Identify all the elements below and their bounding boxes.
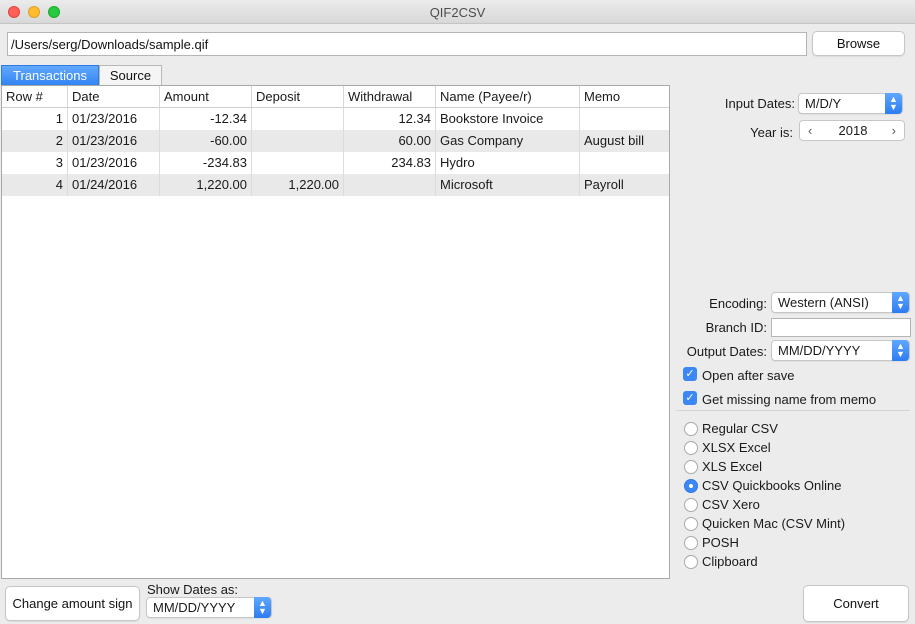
chevron-up-down-icon: ▲ ▼ xyxy=(885,93,902,114)
cell-withdrawal[interactable]: 60.00 xyxy=(344,130,436,152)
cell-memo[interactable]: August bill xyxy=(580,130,669,152)
output-dates-value: MM/DD/YYYY xyxy=(778,343,861,358)
cell-name[interactable]: Bookstore Invoice xyxy=(436,108,580,130)
tab-transactions[interactable]: Transactions xyxy=(1,65,99,86)
chevron-up-down-icon: ▲ ▼ xyxy=(254,597,271,618)
transactions-table: Row # Date Amount Deposit Withdrawal Nam… xyxy=(1,85,670,579)
format-radio[interactable] xyxy=(684,479,698,493)
column-header-memo[interactable]: Memo xyxy=(580,86,669,108)
format-radio-label[interactable]: XLSX Excel xyxy=(702,440,771,455)
column-header-withdrawal[interactable]: Withdrawal xyxy=(344,86,436,108)
column-header-deposit[interactable]: Deposit xyxy=(252,86,344,108)
branch-id-label: Branch ID: xyxy=(705,320,767,335)
format-radio[interactable] xyxy=(684,422,698,436)
cell-name[interactable]: Microsoft xyxy=(436,174,580,196)
cell-row-number[interactable]: 2 xyxy=(2,130,68,152)
browse-button[interactable]: Browse xyxy=(812,31,905,56)
format-radio[interactable] xyxy=(684,498,698,512)
year-value: 2018 xyxy=(838,123,868,138)
cell-date[interactable]: 01/23/2016 xyxy=(68,152,160,174)
table-row[interactable]: 1 01/23/2016 -12.34 12.34 Bookstore Invoice xyxy=(2,108,669,130)
table-header: Row # Date Amount Deposit Withdrawal Nam… xyxy=(2,86,669,108)
format-radio-label[interactable]: XLS Excel xyxy=(702,459,762,474)
format-radio[interactable] xyxy=(684,536,698,550)
input-dates-value: M/D/Y xyxy=(805,96,842,111)
column-header-name[interactable]: Name (Payee/r) xyxy=(436,86,580,108)
cell-amount[interactable]: -12.34 xyxy=(160,108,252,130)
column-header-amount[interactable]: Amount xyxy=(160,86,252,108)
format-radio-label[interactable]: Regular CSV xyxy=(702,421,778,436)
table-row[interactable]: 4 01/24/2016 1,220.00 1,220.00 Microsoft Payr… xyxy=(2,174,669,196)
table-row[interactable]: 2 01/23/2016 -60.00 60.00 Gas Company August … xyxy=(2,130,669,152)
open-after-save-checkbox[interactable]: ✓ xyxy=(683,367,697,381)
column-header-date[interactable]: Date xyxy=(68,86,160,108)
column-header-row[interactable]: Row # xyxy=(2,86,68,108)
cell-amount[interactable]: 1,220.00 xyxy=(160,174,252,196)
tab-source[interactable]: Source xyxy=(99,65,162,86)
input-dates-select[interactable]: M/D/Y ▲ ▼ xyxy=(798,93,903,114)
format-radio[interactable] xyxy=(684,441,698,455)
branch-id-input[interactable] xyxy=(771,318,911,337)
output-format-group: Regular CSV XLSX Excel XLS Excel CSV Quickb… xyxy=(676,410,910,578)
file-path-input[interactable] xyxy=(7,32,807,56)
cell-amount[interactable]: -60.00 xyxy=(160,130,252,152)
cell-date[interactable]: 01/23/2016 xyxy=(68,108,160,130)
encoding-value: Western (ANSI) xyxy=(778,295,869,310)
cell-deposit[interactable]: 1,220.00 xyxy=(252,174,344,196)
cell-name[interactable]: Hydro xyxy=(436,152,580,174)
format-radio-label[interactable]: CSV Xero xyxy=(702,497,760,512)
cell-amount[interactable]: -234.83 xyxy=(160,152,252,174)
format-radio-label[interactable]: POSH xyxy=(702,535,739,550)
show-dates-value: MM/DD/YYYY xyxy=(153,600,236,615)
chevron-up-down-icon: ▲ ▼ xyxy=(892,292,909,313)
table-row[interactable]: 3 01/23/2016 -234.83 234.83 Hydro xyxy=(2,152,669,174)
cell-date[interactable]: 01/24/2016 xyxy=(68,174,160,196)
format-radio-label[interactable]: CSV Quickbooks Online xyxy=(702,478,841,493)
cell-withdrawal[interactable]: 12.34 xyxy=(344,108,436,130)
chevron-up-down-icon: ▲ ▼ xyxy=(892,340,909,361)
cell-row-number[interactable]: 1 xyxy=(2,108,68,130)
cell-memo[interactable] xyxy=(580,152,669,174)
input-dates-label: Input Dates: xyxy=(724,96,795,111)
encoding-select[interactable]: Western (ANSI) ▲ ▼ xyxy=(771,292,910,313)
change-amount-sign-button[interactable]: Change amount sign xyxy=(5,586,140,621)
show-dates-select[interactable]: MM/DD/YYYY ▲ ▼ xyxy=(146,597,272,618)
year-stepper[interactable]: ‹ 2018 › xyxy=(799,120,905,141)
missing-name-checkbox[interactable]: ✓ xyxy=(683,391,697,405)
show-dates-label: Show Dates as: xyxy=(147,582,239,597)
cell-withdrawal[interactable]: 234.83 xyxy=(344,152,436,174)
format-radio-label[interactable]: Clipboard xyxy=(702,554,758,569)
cell-deposit[interactable] xyxy=(252,130,344,152)
format-radio[interactable] xyxy=(684,517,698,531)
open-after-save-label: Open after save xyxy=(702,368,795,383)
cell-date[interactable]: 01/23/2016 xyxy=(68,130,160,152)
cell-withdrawal[interactable] xyxy=(344,174,436,196)
missing-name-label: Get missing name from memo xyxy=(702,392,877,407)
convert-button[interactable]: Convert xyxy=(803,585,909,622)
output-dates-label: Output Dates: xyxy=(686,344,767,359)
cell-row-number[interactable]: 3 xyxy=(2,152,68,174)
encoding-label: Encoding: xyxy=(709,296,767,311)
format-radio[interactable] xyxy=(684,460,698,474)
cell-deposit[interactable] xyxy=(252,152,344,174)
cell-row-number[interactable]: 4 xyxy=(2,174,68,196)
format-radio-label[interactable]: Quicken Mac (CSV Mint) xyxy=(702,516,845,531)
format-radio[interactable] xyxy=(684,555,698,569)
cell-deposit[interactable] xyxy=(252,108,344,130)
cell-memo[interactable]: Payroll xyxy=(580,174,669,196)
year-label: Year is: xyxy=(750,125,793,140)
year-next-icon[interactable]: › xyxy=(892,121,896,140)
cell-memo[interactable] xyxy=(580,108,669,130)
window-title: QIF2CSV xyxy=(429,5,486,20)
output-dates-select[interactable]: MM/DD/YYYY ▲ ▼ xyxy=(771,340,910,361)
title-bar: QIF2CSV xyxy=(0,0,915,24)
cell-name[interactable]: Gas Company xyxy=(436,130,580,152)
